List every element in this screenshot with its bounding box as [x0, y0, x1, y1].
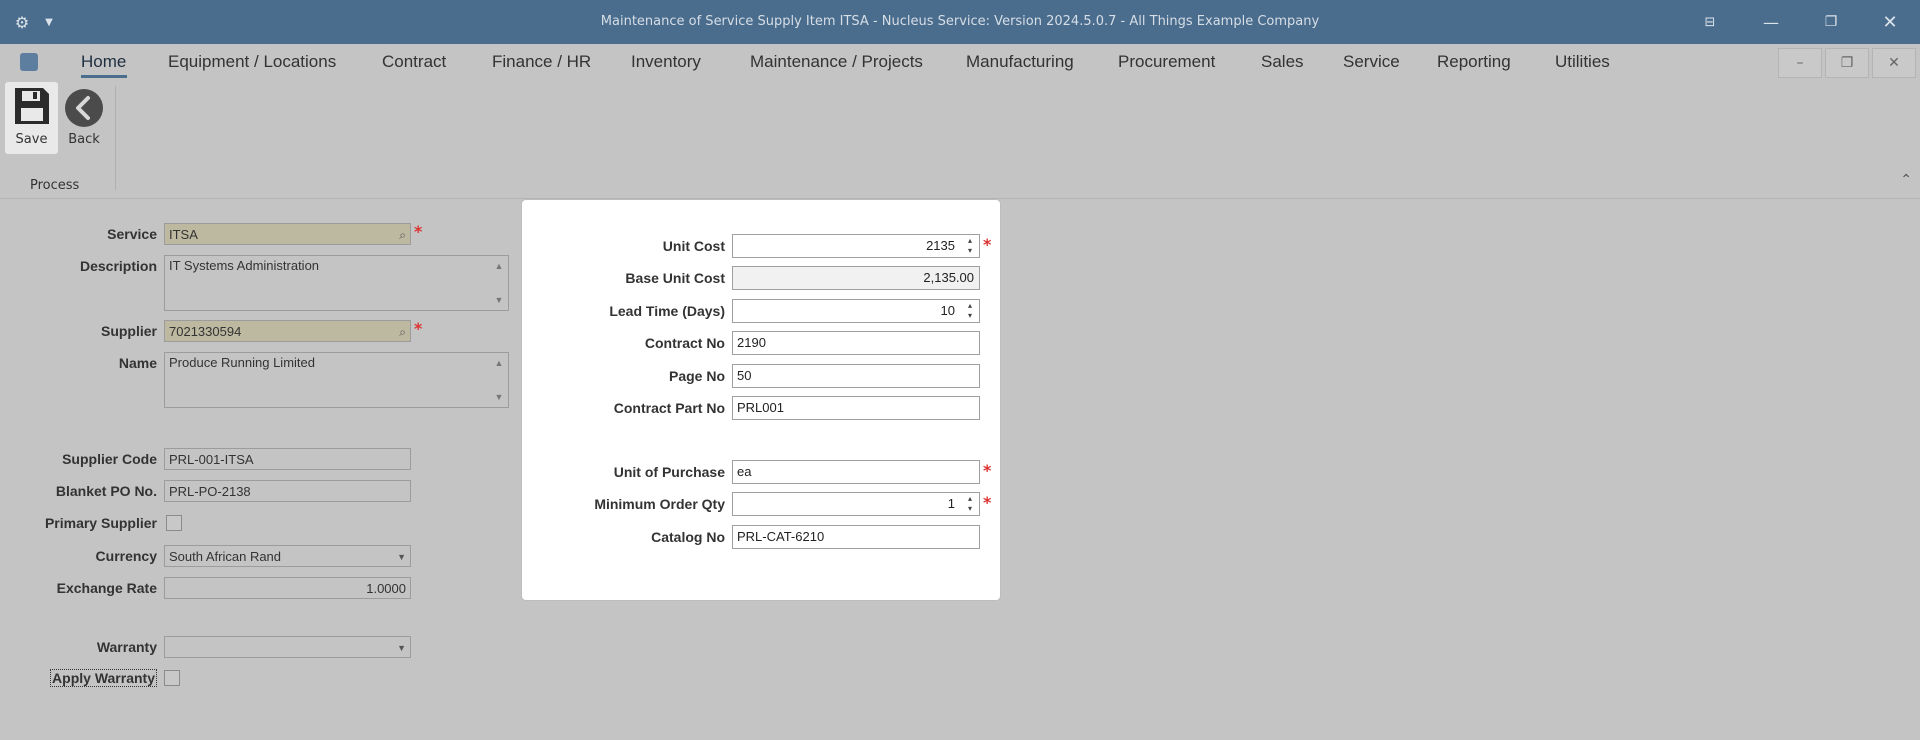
minimum-order-qty-field[interactable]: 1 ▴ ▾ [732, 492, 980, 516]
unit-cost-required-icon: * [983, 235, 992, 254]
contract-part-no-label: Contract Part No [613, 400, 725, 416]
collapse-ribbon-chevron-icon[interactable]: ⌃ [1900, 172, 1912, 188]
ribbon-display-options-icon[interactable]: ⊟ [1698, 10, 1722, 34]
scroll-up-icon[interactable]: ▲ [492, 258, 506, 274]
menu-maintenance-projects[interactable]: Maintenance / Projects [750, 52, 923, 72]
unit-cost-value: 2135 [926, 238, 955, 253]
blanket-po-field[interactable]: PRL-PO-2138 [164, 480, 411, 502]
chevron-down-icon[interactable]: ▼ [397, 546, 406, 566]
supplier-required-icon: * [414, 319, 423, 338]
blanket-po-label: Blanket PO No. [55, 483, 157, 499]
menu-equipment-locations[interactable]: Equipment / Locations [168, 52, 336, 72]
minimum-order-qty-value: 1 [947, 496, 955, 511]
menu-finance-hr[interactable]: Finance / HR [492, 52, 591, 72]
title-bar: ⚙ ▼ Maintenance of Service Supply Item I… [0, 0, 1920, 44]
save-floppy-icon [15, 88, 49, 124]
contract-no-label: Contract No [644, 335, 725, 351]
ribbon-group-process: Process [30, 178, 80, 193]
minimum-order-qty-spinner-icon[interactable]: ▴ ▾ [965, 494, 975, 514]
catalog-no-label: Catalog No [651, 529, 725, 545]
lead-time-spinner-icon[interactable]: ▴ ▾ [965, 301, 975, 321]
name-value: Produce Running Limited [169, 355, 315, 370]
unit-of-purchase-field[interactable]: ea [732, 460, 980, 484]
description-memo[interactable]: IT Systems Administration ▲ ▼ [164, 255, 509, 311]
apply-warranty-label[interactable]: Apply Warranty [7, 669, 157, 687]
description-label: Description [79, 258, 157, 274]
lead-time-value: 10 [940, 303, 955, 318]
exchange-rate-label: Exchange Rate [56, 580, 157, 596]
menu-reporting[interactable]: Reporting [1437, 52, 1511, 72]
restore-window-button[interactable]: ❐ [1819, 10, 1843, 34]
chevron-down-icon[interactable]: ▼ [397, 637, 406, 657]
unit-cost-field[interactable]: 2135 ▴ ▾ [732, 234, 980, 258]
back-button[interactable]: Back [64, 88, 104, 147]
unit-cost-label: Unit Cost [662, 238, 725, 254]
mdi-restore-button[interactable]: ❐ [1825, 48, 1869, 78]
unit-of-purchase-label: Unit of Purchase [613, 464, 725, 480]
service-field[interactable]: ITSA ⌕ [164, 223, 411, 245]
window-title: Maintenance of Service Supply Item ITSA … [600, 14, 1320, 29]
exchange-rate-field[interactable]: 1.0000 [164, 577, 411, 599]
app-logo-icon[interactable] [20, 53, 38, 71]
close-window-button[interactable]: ✕ [1878, 10, 1902, 34]
menu-sales[interactable]: Sales [1261, 52, 1304, 72]
apply-warranty-checkbox[interactable] [164, 670, 180, 686]
name-label: Name [118, 355, 157, 371]
currency-value: South African Rand [169, 549, 282, 564]
scroll-up-icon[interactable]: ▲ [492, 355, 506, 371]
service-lookup-icon[interactable]: ⌕ [399, 224, 406, 244]
menu-utilities[interactable]: Utilities [1555, 52, 1610, 72]
ribbon [0, 80, 1920, 199]
supplier-lookup-icon[interactable]: ⌕ [399, 321, 406, 341]
page-no-label: Page No [668, 368, 725, 384]
contract-part-no-field[interactable]: PRL001 [732, 396, 980, 420]
primary-supplier-checkbox[interactable] [166, 515, 182, 531]
menu-inventory[interactable]: Inventory [631, 52, 701, 72]
warranty-label: Warranty [96, 639, 157, 655]
currency-dropdown[interactable]: South African Rand ▼ [164, 545, 411, 567]
currency-label: Currency [95, 548, 157, 564]
page-no-field[interactable]: 50 [732, 364, 980, 388]
minimize-window-button[interactable]: — [1759, 10, 1783, 34]
menu-service[interactable]: Service [1343, 52, 1400, 72]
lead-time-label: Lead Time (Days) [609, 303, 725, 319]
minimum-order-qty-required-icon: * [983, 493, 992, 512]
supplier-value: 7021330594 [169, 324, 242, 339]
lead-time-field[interactable]: 10 ▴ ▾ [732, 299, 980, 323]
back-label: Back [68, 132, 100, 147]
warranty-dropdown[interactable]: ▼ [164, 636, 411, 658]
scroll-down-icon[interactable]: ▼ [492, 389, 506, 405]
service-required-icon: * [414, 222, 423, 241]
menu-contract[interactable]: Contract [382, 52, 446, 72]
unit-cost-spinner-icon[interactable]: ▴ ▾ [965, 236, 975, 256]
name-memo[interactable]: Produce Running Limited ▲ ▼ [164, 352, 509, 408]
supplier-label: Supplier [100, 323, 157, 339]
active-tab-indicator [81, 75, 127, 78]
service-value: ITSA [169, 227, 198, 242]
save-button[interactable]: Save [5, 82, 58, 154]
unit-of-purchase-required-icon: * [983, 461, 992, 480]
save-label: Save [15, 132, 48, 147]
mdi-minimize-button[interactable]: – [1778, 48, 1822, 78]
base-unit-cost-field: 2,135.00 [732, 266, 980, 290]
menu-procurement[interactable]: Procurement [1118, 52, 1215, 72]
minimum-order-qty-label: Minimum Order Qty [594, 496, 725, 512]
back-arrow-icon [65, 89, 103, 127]
supplier-code-label: Supplier Code [62, 451, 157, 467]
supplier-code-field[interactable]: PRL-001-ITSA [164, 448, 411, 470]
menu-manufacturing[interactable]: Manufacturing [966, 52, 1074, 72]
scroll-down-icon[interactable]: ▼ [492, 292, 506, 308]
mdi-close-button[interactable]: ✕ [1872, 48, 1916, 78]
primary-supplier-label: Primary Supplier [44, 515, 157, 531]
ribbon-separator [115, 86, 116, 190]
service-label: Service [107, 226, 157, 242]
catalog-no-field[interactable]: PRL-CAT-6210 [732, 525, 980, 549]
description-value: IT Systems Administration [169, 258, 320, 273]
menu-home[interactable]: Home [81, 52, 126, 72]
supplier-field[interactable]: 7021330594 ⌕ [164, 320, 411, 342]
base-unit-cost-label: Base Unit Cost [625, 270, 725, 286]
contract-no-field[interactable]: 2190 [732, 331, 980, 355]
